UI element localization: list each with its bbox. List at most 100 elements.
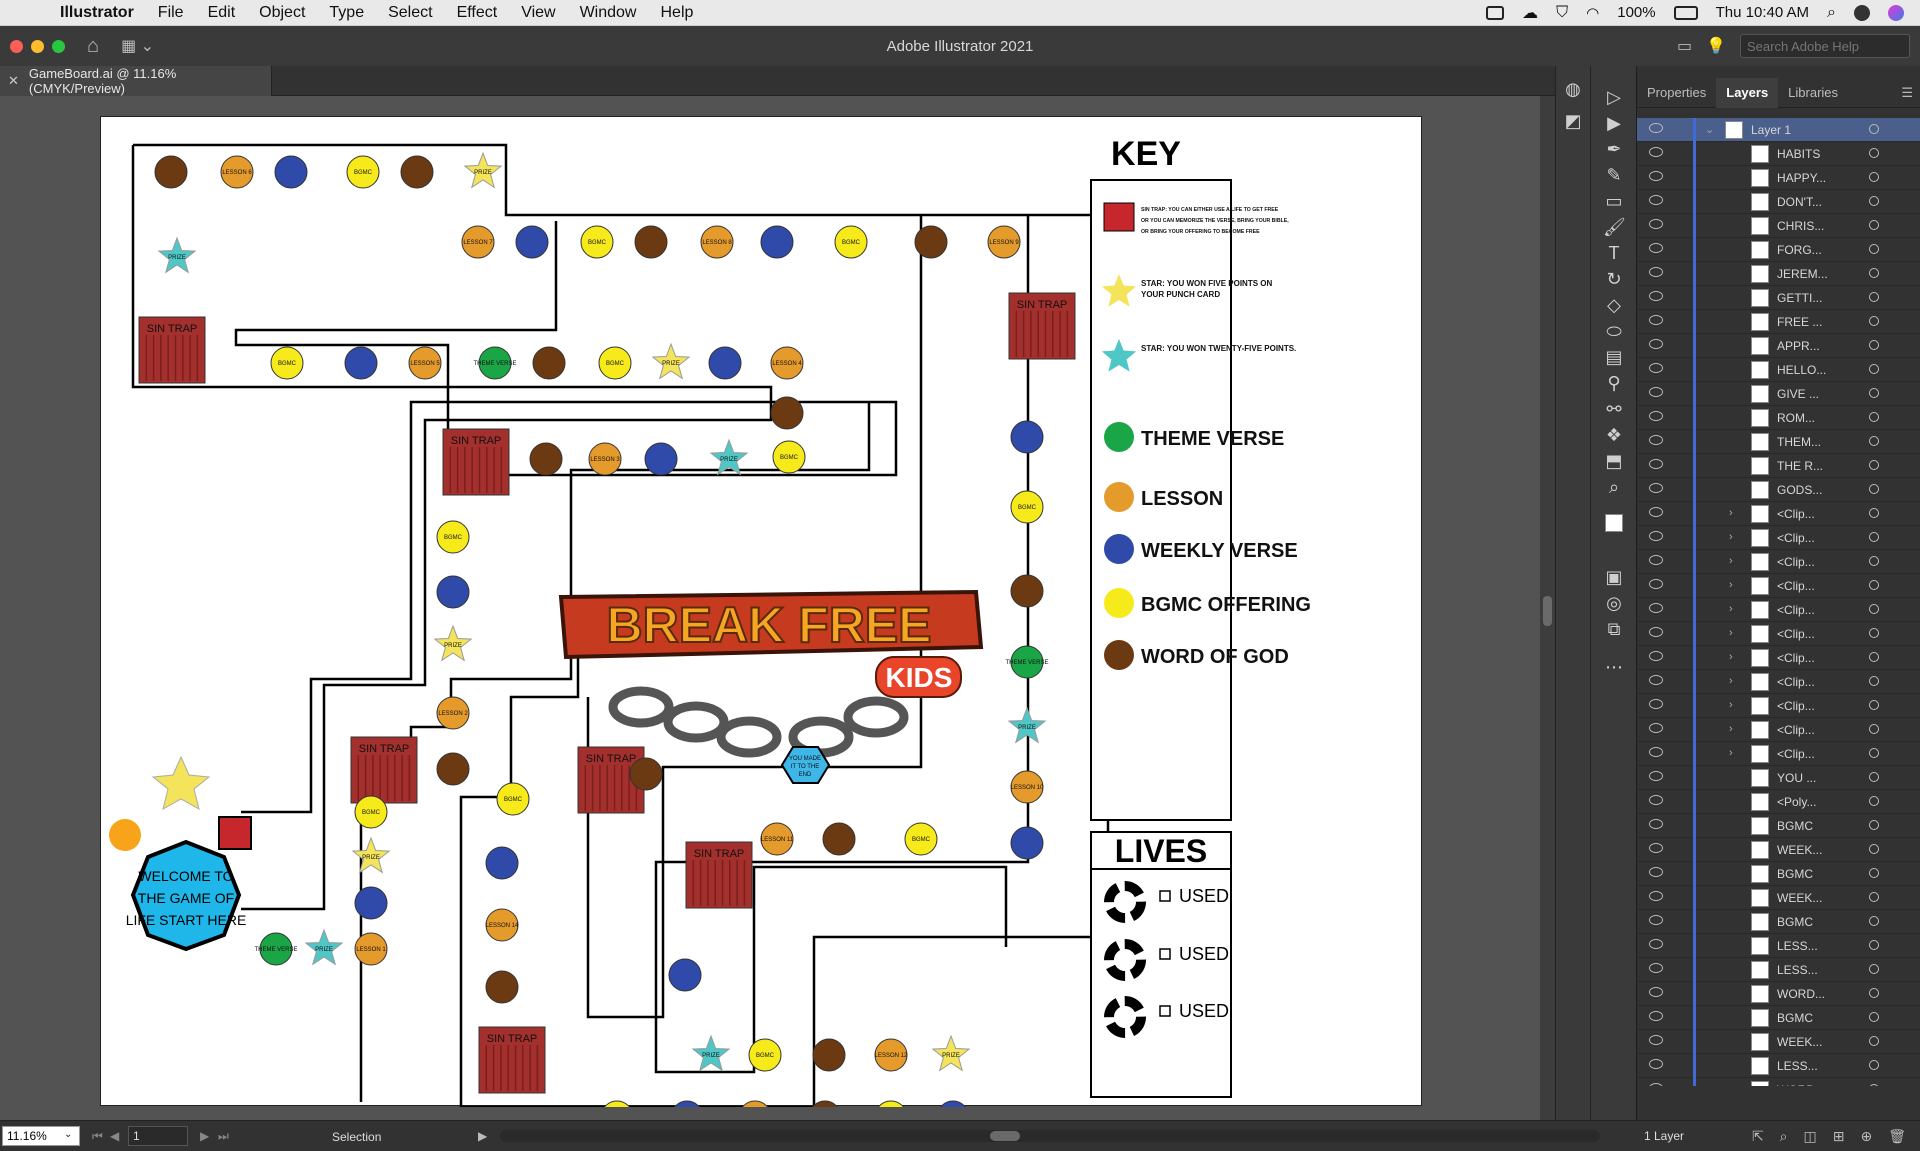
panel-menu-icon[interactable]: ☰: [1901, 85, 1920, 101]
clipping-mask-icon[interactable]: ◫: [1804, 1128, 1817, 1145]
layer-row[interactable]: HELLO...: [1637, 358, 1920, 382]
layer-row[interactable]: › <Clip...: [1637, 574, 1920, 598]
target-circle-icon[interactable]: [1869, 580, 1879, 590]
menu-object[interactable]: Object: [247, 4, 317, 22]
arrange-documents-icon[interactable]: ▭: [1677, 36, 1692, 56]
export-icon[interactable]: ⇱: [1752, 1128, 1764, 1145]
visibility-eye-icon[interactable]: [1649, 123, 1663, 133]
visibility-eye-icon[interactable]: [1649, 147, 1663, 157]
menu-select[interactable]: Select: [376, 4, 444, 22]
selection-tool-icon[interactable]: ▷: [1603, 86, 1625, 108]
expand-arrow-icon[interactable]: ›: [1729, 507, 1733, 519]
eraser-tool-icon[interactable]: ◇: [1603, 294, 1625, 316]
target-circle-icon[interactable]: [1869, 148, 1879, 158]
target-circle-icon[interactable]: [1869, 292, 1879, 302]
menu-help[interactable]: Help: [648, 4, 705, 22]
creative-cloud-icon[interactable]: ☁: [1522, 3, 1538, 23]
visibility-eye-icon[interactable]: [1649, 483, 1663, 493]
layer-row[interactable]: WEEK...: [1637, 886, 1920, 910]
layer-row[interactable]: WEEK...: [1637, 838, 1920, 862]
wifi-icon[interactable]: ◠: [1586, 4, 1599, 22]
artboard-number-field[interactable]: [128, 1126, 188, 1146]
visibility-eye-icon[interactable]: [1649, 507, 1663, 517]
prev-artboard-icon[interactable]: ◀: [110, 1129, 119, 1143]
visibility-eye-icon[interactable]: [1649, 867, 1663, 877]
layer-row[interactable]: › <Clip...: [1637, 670, 1920, 694]
used-checkbox[interactable]: [1159, 948, 1171, 960]
target-circle-icon[interactable]: [1869, 412, 1879, 422]
visibility-eye-icon[interactable]: [1649, 915, 1663, 925]
layer-row[interactable]: › <Clip...: [1637, 718, 1920, 742]
paintbrush-tool-icon[interactable]: 🖌: [1603, 216, 1626, 238]
visibility-eye-icon[interactable]: [1649, 291, 1663, 301]
target-circle-icon[interactable]: [1869, 1060, 1879, 1070]
target-circle-icon[interactable]: [1869, 724, 1879, 734]
target-circle-icon[interactable]: [1869, 652, 1879, 662]
expand-arrow-icon[interactable]: ⌄: [1705, 123, 1714, 136]
expand-arrow-icon[interactable]: ›: [1729, 723, 1733, 735]
target-circle-icon[interactable]: [1869, 940, 1879, 950]
target-circle-icon[interactable]: [1869, 796, 1879, 806]
target-circle-icon[interactable]: [1869, 244, 1879, 254]
appearance-icon[interactable]: ◩: [1562, 110, 1584, 132]
target-circle-icon[interactable]: [1869, 748, 1879, 758]
layer-row[interactable]: HAPPY...: [1637, 166, 1920, 190]
rotate-tool-icon[interactable]: ↻: [1603, 268, 1625, 290]
visibility-eye-icon[interactable]: [1649, 315, 1663, 325]
layer-row[interactable]: FORG...: [1637, 238, 1920, 262]
visibility-eye-icon[interactable]: [1649, 459, 1663, 469]
target-circle-icon[interactable]: [1869, 772, 1879, 782]
layer-row[interactable]: › <Clip...: [1637, 526, 1920, 550]
target-circle-icon[interactable]: [1869, 196, 1879, 206]
status-menu-icon[interactable]: ▶: [478, 1129, 487, 1143]
color-guide-icon[interactable]: ◍: [1562, 78, 1584, 100]
layer-row[interactable]: CHRIS...: [1637, 214, 1920, 238]
workspace-switcher-icon[interactable]: ▦ ⌄: [121, 36, 154, 56]
target-circle-icon[interactable]: [1869, 508, 1879, 518]
visibility-eye-icon[interactable]: [1649, 939, 1663, 949]
locate-object-icon[interactable]: ⌕: [1780, 1128, 1788, 1145]
target-circle-icon[interactable]: [1869, 124, 1879, 134]
clock[interactable]: Thu 10:40 AM: [1716, 4, 1809, 21]
target-circle-icon[interactable]: [1869, 436, 1879, 446]
menu-file[interactable]: File: [146, 4, 196, 22]
layer-row[interactable]: FREE ...: [1637, 310, 1920, 334]
used-checkbox[interactable]: [1159, 890, 1171, 902]
layer-row[interactable]: JEREM...: [1637, 262, 1920, 286]
last-artboard-icon[interactable]: ⏭: [218, 1129, 229, 1144]
menu-edit[interactable]: Edit: [196, 4, 248, 22]
pen-tool-icon[interactable]: ✒: [1603, 138, 1625, 160]
layer-row[interactable]: › <Clip...: [1637, 694, 1920, 718]
visibility-eye-icon[interactable]: [1649, 627, 1663, 637]
target-circle-icon[interactable]: [1869, 484, 1879, 494]
visibility-eye-icon[interactable]: [1649, 411, 1663, 421]
layer-row[interactable]: › <Clip...: [1637, 622, 1920, 646]
layer-row[interactable]: GIVE ...: [1637, 382, 1920, 406]
canvas-area[interactable]: LESSON 6 BGMC PRIZE PRIZE LESSON 7 BGMC LESSON…: [0, 96, 1540, 1120]
home-icon[interactable]: ⌂: [87, 35, 99, 58]
layer-row[interactable]: THE R...: [1637, 454, 1920, 478]
fill-stroke-icon[interactable]: [1603, 514, 1625, 536]
minimize-window-button[interactable]: [31, 39, 44, 53]
visibility-eye-icon[interactable]: [1649, 339, 1663, 349]
menu-type[interactable]: Type: [317, 4, 376, 22]
layer-row[interactable]: GODS...: [1637, 478, 1920, 502]
expand-arrow-icon[interactable]: ›: [1729, 675, 1733, 687]
close-tab-icon[interactable]: ✕: [8, 73, 19, 89]
more-tools-icon[interactable]: ⋯: [1603, 656, 1625, 678]
layer-row[interactable]: LESS...: [1637, 1054, 1920, 1078]
layer-row[interactable]: › <Clip...: [1637, 550, 1920, 574]
visibility-eye-icon[interactable]: [1649, 1059, 1663, 1069]
visibility-eye-icon[interactable]: [1649, 1083, 1663, 1086]
expand-arrow-icon[interactable]: ›: [1729, 699, 1733, 711]
visibility-eye-icon[interactable]: [1649, 651, 1663, 661]
expand-arrow-icon[interactable]: ›: [1729, 627, 1733, 639]
target-circle-icon[interactable]: [1869, 628, 1879, 638]
layer-row[interactable]: <Poly...: [1637, 790, 1920, 814]
visibility-eye-icon[interactable]: [1649, 435, 1663, 445]
visibility-eye-icon[interactable]: [1649, 387, 1663, 397]
screen-mode-icon[interactable]: ⧉: [1603, 618, 1625, 640]
zoom-window-button[interactable]: [52, 39, 65, 53]
target-circle-icon[interactable]: [1869, 988, 1879, 998]
close-window-button[interactable]: [10, 39, 23, 53]
